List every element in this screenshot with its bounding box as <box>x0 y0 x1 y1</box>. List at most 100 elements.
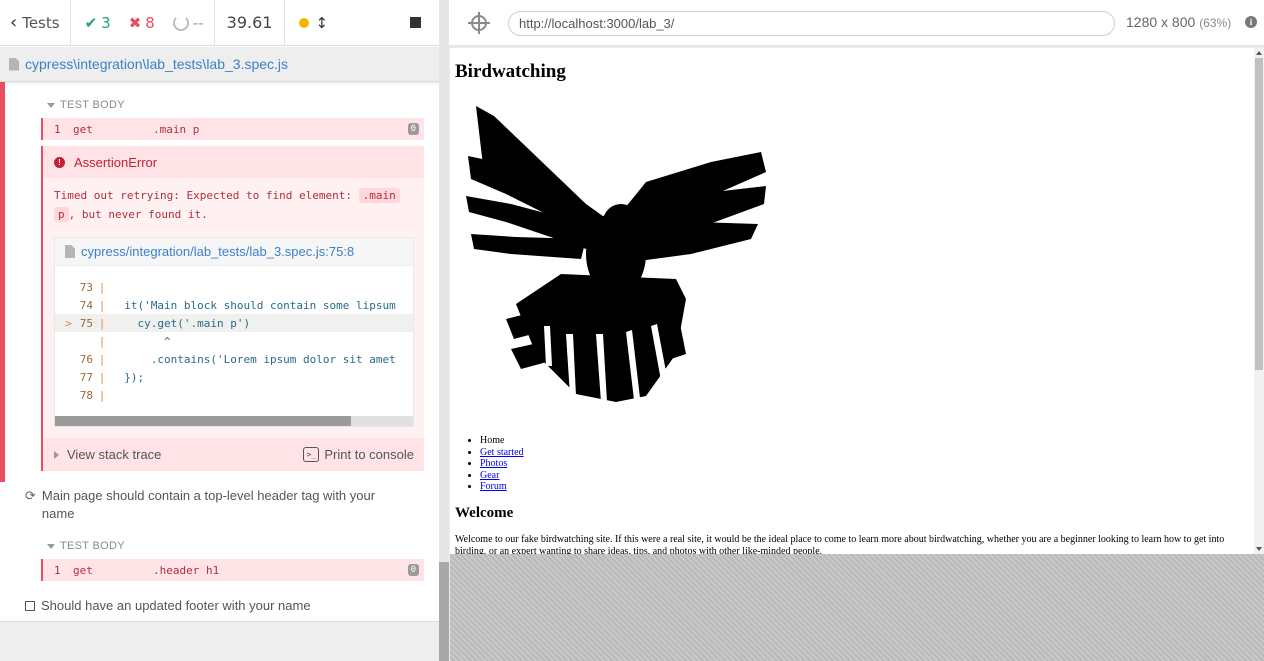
duration: 39.61 <box>215 0 286 46</box>
code-lines: 73 | 74 | it('Main block should contain som… <box>55 278 413 404</box>
nav-item-home: Home <box>480 435 524 447</box>
pending-ring-icon <box>172 14 189 31</box>
command-number: 1 <box>54 563 61 577</box>
scroll-up-icon[interactable] <box>1256 51 1262 55</box>
caret-right-icon <box>54 450 59 459</box>
url-field[interactable]: http://localhost:3000/lab_3/ <box>508 11 1115 36</box>
code-line-arrow: > <box>65 316 72 330</box>
intro-paragraph: Welcome to our fake birdwatching site. I… <box>455 534 1225 554</box>
aut-scrollbar[interactable] <box>1254 48 1264 554</box>
nav-item-get-started[interactable]: Get started <box>480 447 524 459</box>
failure-indicator-bar <box>0 82 5 482</box>
code-line: 76 | .contains('Lorem ipsum dolor sit ame… <box>55 350 413 368</box>
crosshair-icon[interactable] <box>468 11 490 34</box>
code-frame: cypress/integration/lab_tests/lab_3.spec… <box>54 237 414 427</box>
code-line-gutter: | <box>98 352 106 366</box>
viewport-scale: (63%) <box>1199 16 1232 30</box>
reporter-footer-space <box>0 621 439 661</box>
code-line-source: .contains('Lorem ipsum dolor sit amet <box>111 352 396 366</box>
aut-iframe: Birdwatching • Home • Get started • Phot… <box>450 48 1264 554</box>
code-line-gutter: | <box>98 370 106 384</box>
code-line-number: 73 <box>79 280 93 294</box>
reporter-scrollbar[interactable] <box>439 0 449 661</box>
passed-value: 3 <box>101 13 111 32</box>
test-body-header[interactable]: TEST BODY <box>47 540 125 552</box>
error-footer: View stack trace >_ Print to console <box>43 438 424 471</box>
tests-button[interactable]: ‹ Tests <box>0 0 71 46</box>
view-stack-trace-button[interactable]: View stack trace <box>54 447 161 462</box>
code-line-source: it('Main block should contain some lipsu… <box>111 298 396 312</box>
code-frame-scrollbar[interactable] <box>55 416 413 426</box>
stop-icon[interactable] <box>410 17 421 28</box>
code-line-number: 75 <box>79 316 93 330</box>
nav-item-forum[interactable]: Forum <box>480 481 524 493</box>
scrollbar-thumb[interactable] <box>1255 58 1263 370</box>
code-frame-path-link[interactable]: cypress/integration/lab_tests/lab_3.spec… <box>81 244 354 259</box>
reporter-scroll-area: ‹ Tests ✔ 3 ✖ 8 -- 39.61 ↕ cypress\integ… <box>0 0 439 661</box>
command-row[interactable]: 1 get .header h1 0 <box>41 559 424 581</box>
command-name: get <box>73 122 93 136</box>
aut-header: http://localhost:3000/lab_3/ 1280 x 800 … <box>449 0 1264 46</box>
up-down-arrows-icon[interactable]: ↕ <box>315 14 328 32</box>
status-dot-icon <box>299 17 310 28</box>
file-icon <box>9 57 19 71</box>
terminal-icon: >_ <box>303 447 320 462</box>
stats-bar: ‹ Tests ✔ 3 ✖ 8 -- 39.61 ↕ <box>0 0 439 46</box>
alert-icon: ! <box>54 156 65 168</box>
nav-link-get-started[interactable]: Get started <box>480 447 524 458</box>
x-icon: ✖ <box>128 13 142 32</box>
code-line: 78 | <box>55 386 413 404</box>
error-title-bar: ! AssertionError <box>43 146 424 178</box>
test-title-header[interactable]: ⟳ Main page should contain a top-level h… <box>25 487 405 523</box>
spec-path-link[interactable]: cypress\integration\lab_tests\lab_3.spec… <box>25 56 288 72</box>
code-line-gutter: | <box>98 334 106 348</box>
code-line: | ^ <box>55 332 413 350</box>
code-line-gutter: | <box>98 388 106 402</box>
test-title: Should have an updated footer with your … <box>41 598 311 613</box>
command-row[interactable]: 1 get .main p 0 <box>41 118 424 140</box>
chevron-left-icon: ‹ <box>10 12 18 33</box>
aut-empty-area <box>450 554 1264 661</box>
checkbox-icon <box>25 601 35 611</box>
caret-down-icon <box>47 102 55 108</box>
code-line-number: 78 <box>79 388 93 402</box>
nav-link-photos[interactable]: Photos <box>480 458 507 469</box>
tests-label: Tests <box>22 13 60 32</box>
caret-down-icon <box>47 543 55 549</box>
error-selector-code: .main <box>358 188 400 203</box>
code-line-number: 74 <box>79 298 93 312</box>
nav-link-forum[interactable]: Forum <box>480 481 507 492</box>
viewport-size: 1280 x 800 (63%) <box>1126 14 1231 30</box>
error-selector-code: p <box>54 207 69 222</box>
code-line: 74 | it('Main block should contain some l… <box>55 296 413 314</box>
code-line-gutter: | <box>98 316 106 330</box>
code-line-source: }); <box>111 370 145 384</box>
nav-link-gear[interactable]: Gear <box>480 470 499 481</box>
pending-value: -- <box>192 13 204 32</box>
print-to-console-button[interactable]: >_ Print to console <box>303 447 414 462</box>
code-line-gutter: | <box>98 280 106 294</box>
scroll-down-icon[interactable] <box>1256 547 1262 551</box>
pending-count: -- <box>172 13 204 32</box>
scrollbar-thumb[interactable] <box>55 416 351 426</box>
test-title-header[interactable]: Should have an updated footer with your … <box>25 597 311 615</box>
nav-item-photos[interactable]: Photos <box>480 458 524 470</box>
failed-value: 8 <box>145 13 155 32</box>
run-controls: ↕ <box>285 0 439 46</box>
test-title: Main page should contain a top-level hea… <box>41 488 376 521</box>
code-line-number: 77 <box>79 370 93 384</box>
file-icon <box>65 245 75 258</box>
test-counts: ✔ 3 ✖ 8 -- <box>71 0 215 46</box>
command-message: .main p <box>153 122 200 136</box>
failed-count: ✖ 8 <box>129 14 155 32</box>
test-body-header[interactable]: TEST BODY <box>47 99 125 111</box>
nav-item-gear[interactable]: Gear <box>480 470 524 482</box>
command-badge: 0 <box>407 123 419 135</box>
error-message: Timed out retrying: Expected to find ele… <box>54 186 414 224</box>
check-icon: ✔ <box>84 13 98 32</box>
spec-file-header: cypress\integration\lab_tests\lab_3.spec… <box>0 47 439 82</box>
code-line: >75 | cy.get('.main p') <box>55 314 413 332</box>
scrollbar-thumb[interactable] <box>439 562 449 661</box>
info-icon[interactable]: i <box>1245 16 1257 28</box>
code-frame-header: cypress/integration/lab_tests/lab_3.spec… <box>55 238 413 266</box>
